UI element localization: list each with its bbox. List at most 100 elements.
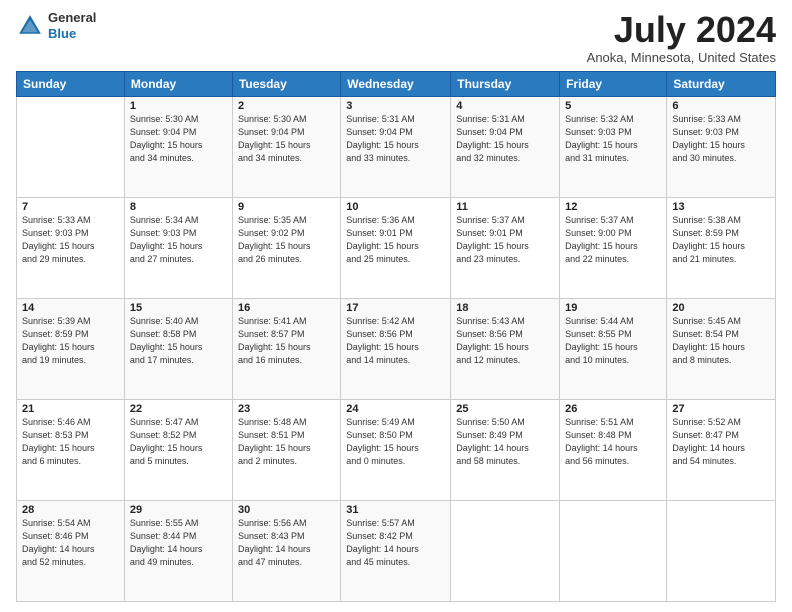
calendar-cell: 21Sunrise: 5:46 AM Sunset: 8:53 PM Dayli… [17, 399, 125, 500]
calendar-cell: 24Sunrise: 5:49 AM Sunset: 8:50 PM Dayli… [341, 399, 451, 500]
day-info: Sunrise: 5:41 AM Sunset: 8:57 PM Dayligh… [238, 315, 335, 367]
calendar-cell: 30Sunrise: 5:56 AM Sunset: 8:43 PM Dayli… [232, 500, 340, 601]
week-row-4: 21Sunrise: 5:46 AM Sunset: 8:53 PM Dayli… [17, 399, 776, 500]
calendar-cell: 13Sunrise: 5:38 AM Sunset: 8:59 PM Dayli… [667, 197, 776, 298]
day-info: Sunrise: 5:44 AM Sunset: 8:55 PM Dayligh… [565, 315, 661, 367]
day-header-thursday: Thursday [451, 71, 560, 96]
page: General Blue July 2024 Anoka, Minnesota,… [0, 0, 792, 612]
day-number: 15 [130, 302, 227, 314]
day-number: 16 [238, 302, 335, 314]
calendar-cell: 11Sunrise: 5:37 AM Sunset: 9:01 PM Dayli… [451, 197, 560, 298]
day-info: Sunrise: 5:45 AM Sunset: 8:54 PM Dayligh… [672, 315, 770, 367]
week-row-1: 1Sunrise: 5:30 AM Sunset: 9:04 PM Daylig… [17, 96, 776, 197]
day-info: Sunrise: 5:39 AM Sunset: 8:59 PM Dayligh… [22, 315, 119, 367]
calendar-cell: 17Sunrise: 5:42 AM Sunset: 8:56 PM Dayli… [341, 298, 451, 399]
calendar-cell: 26Sunrise: 5:51 AM Sunset: 8:48 PM Dayli… [560, 399, 667, 500]
day-number: 12 [565, 201, 661, 213]
calendar-cell: 20Sunrise: 5:45 AM Sunset: 8:54 PM Dayli… [667, 298, 776, 399]
day-info: Sunrise: 5:50 AM Sunset: 8:49 PM Dayligh… [456, 416, 554, 468]
day-number: 21 [22, 403, 119, 415]
calendar-cell: 9Sunrise: 5:35 AM Sunset: 9:02 PM Daylig… [232, 197, 340, 298]
day-info: Sunrise: 5:30 AM Sunset: 9:04 PM Dayligh… [130, 113, 227, 165]
day-number: 30 [238, 504, 335, 516]
day-number: 9 [238, 201, 335, 213]
day-number: 22 [130, 403, 227, 415]
day-number: 11 [456, 201, 554, 213]
day-info: Sunrise: 5:57 AM Sunset: 8:42 PM Dayligh… [346, 517, 445, 569]
day-number: 19 [565, 302, 661, 314]
day-info: Sunrise: 5:40 AM Sunset: 8:58 PM Dayligh… [130, 315, 227, 367]
day-number: 8 [130, 201, 227, 213]
logo-text: General Blue [48, 10, 96, 41]
day-info: Sunrise: 5:56 AM Sunset: 8:43 PM Dayligh… [238, 517, 335, 569]
day-info: Sunrise: 5:36 AM Sunset: 9:01 PM Dayligh… [346, 214, 445, 266]
week-row-5: 28Sunrise: 5:54 AM Sunset: 8:46 PM Dayli… [17, 500, 776, 601]
day-header-saturday: Saturday [667, 71, 776, 96]
day-number: 24 [346, 403, 445, 415]
day-header-sunday: Sunday [17, 71, 125, 96]
title-block: July 2024 Anoka, Minnesota, United State… [587, 10, 776, 65]
day-number: 27 [672, 403, 770, 415]
day-info: Sunrise: 5:52 AM Sunset: 8:47 PM Dayligh… [672, 416, 770, 468]
day-header-tuesday: Tuesday [232, 71, 340, 96]
day-number: 23 [238, 403, 335, 415]
calendar-cell: 16Sunrise: 5:41 AM Sunset: 8:57 PM Dayli… [232, 298, 340, 399]
day-info: Sunrise: 5:37 AM Sunset: 9:01 PM Dayligh… [456, 214, 554, 266]
calendar-title: July 2024 [587, 10, 776, 50]
day-number: 10 [346, 201, 445, 213]
calendar-cell [560, 500, 667, 601]
day-number: 1 [130, 100, 227, 112]
calendar-subtitle: Anoka, Minnesota, United States [587, 50, 776, 65]
calendar-cell: 15Sunrise: 5:40 AM Sunset: 8:58 PM Dayli… [124, 298, 232, 399]
logo-blue: Blue [48, 26, 96, 42]
day-info: Sunrise: 5:31 AM Sunset: 9:04 PM Dayligh… [346, 113, 445, 165]
day-info: Sunrise: 5:54 AM Sunset: 8:46 PM Dayligh… [22, 517, 119, 569]
header: General Blue July 2024 Anoka, Minnesota,… [16, 10, 776, 65]
day-number: 13 [672, 201, 770, 213]
logo-general: General [48, 10, 96, 26]
day-info: Sunrise: 5:48 AM Sunset: 8:51 PM Dayligh… [238, 416, 335, 468]
days-header-row: SundayMondayTuesdayWednesdayThursdayFrid… [17, 71, 776, 96]
day-info: Sunrise: 5:51 AM Sunset: 8:48 PM Dayligh… [565, 416, 661, 468]
day-info: Sunrise: 5:55 AM Sunset: 8:44 PM Dayligh… [130, 517, 227, 569]
day-number: 7 [22, 201, 119, 213]
day-info: Sunrise: 5:34 AM Sunset: 9:03 PM Dayligh… [130, 214, 227, 266]
day-info: Sunrise: 5:38 AM Sunset: 8:59 PM Dayligh… [672, 214, 770, 266]
day-info: Sunrise: 5:37 AM Sunset: 9:00 PM Dayligh… [565, 214, 661, 266]
day-number: 31 [346, 504, 445, 516]
day-header-wednesday: Wednesday [341, 71, 451, 96]
calendar-cell [667, 500, 776, 601]
day-header-friday: Friday [560, 71, 667, 96]
day-info: Sunrise: 5:30 AM Sunset: 9:04 PM Dayligh… [238, 113, 335, 165]
week-row-2: 7Sunrise: 5:33 AM Sunset: 9:03 PM Daylig… [17, 197, 776, 298]
calendar-cell [451, 500, 560, 601]
calendar-cell: 31Sunrise: 5:57 AM Sunset: 8:42 PM Dayli… [341, 500, 451, 601]
calendar-cell: 28Sunrise: 5:54 AM Sunset: 8:46 PM Dayli… [17, 500, 125, 601]
day-number: 14 [22, 302, 119, 314]
day-number: 20 [672, 302, 770, 314]
day-info: Sunrise: 5:42 AM Sunset: 8:56 PM Dayligh… [346, 315, 445, 367]
day-number: 6 [672, 100, 770, 112]
calendar-cell: 6Sunrise: 5:33 AM Sunset: 9:03 PM Daylig… [667, 96, 776, 197]
day-info: Sunrise: 5:33 AM Sunset: 9:03 PM Dayligh… [22, 214, 119, 266]
logo: General Blue [16, 10, 96, 41]
calendar-cell: 29Sunrise: 5:55 AM Sunset: 8:44 PM Dayli… [124, 500, 232, 601]
day-number: 5 [565, 100, 661, 112]
day-number: 3 [346, 100, 445, 112]
day-info: Sunrise: 5:31 AM Sunset: 9:04 PM Dayligh… [456, 113, 554, 165]
calendar-cell: 12Sunrise: 5:37 AM Sunset: 9:00 PM Dayli… [560, 197, 667, 298]
calendar-cell: 1Sunrise: 5:30 AM Sunset: 9:04 PM Daylig… [124, 96, 232, 197]
week-row-3: 14Sunrise: 5:39 AM Sunset: 8:59 PM Dayli… [17, 298, 776, 399]
day-header-monday: Monday [124, 71, 232, 96]
calendar-cell: 22Sunrise: 5:47 AM Sunset: 8:52 PM Dayli… [124, 399, 232, 500]
calendar-cell: 7Sunrise: 5:33 AM Sunset: 9:03 PM Daylig… [17, 197, 125, 298]
calendar-cell: 23Sunrise: 5:48 AM Sunset: 8:51 PM Dayli… [232, 399, 340, 500]
calendar-cell: 27Sunrise: 5:52 AM Sunset: 8:47 PM Dayli… [667, 399, 776, 500]
day-number: 25 [456, 403, 554, 415]
day-number: 18 [456, 302, 554, 314]
day-info: Sunrise: 5:47 AM Sunset: 8:52 PM Dayligh… [130, 416, 227, 468]
day-number: 4 [456, 100, 554, 112]
day-number: 29 [130, 504, 227, 516]
calendar-cell: 10Sunrise: 5:36 AM Sunset: 9:01 PM Dayli… [341, 197, 451, 298]
logo-icon [16, 12, 44, 40]
